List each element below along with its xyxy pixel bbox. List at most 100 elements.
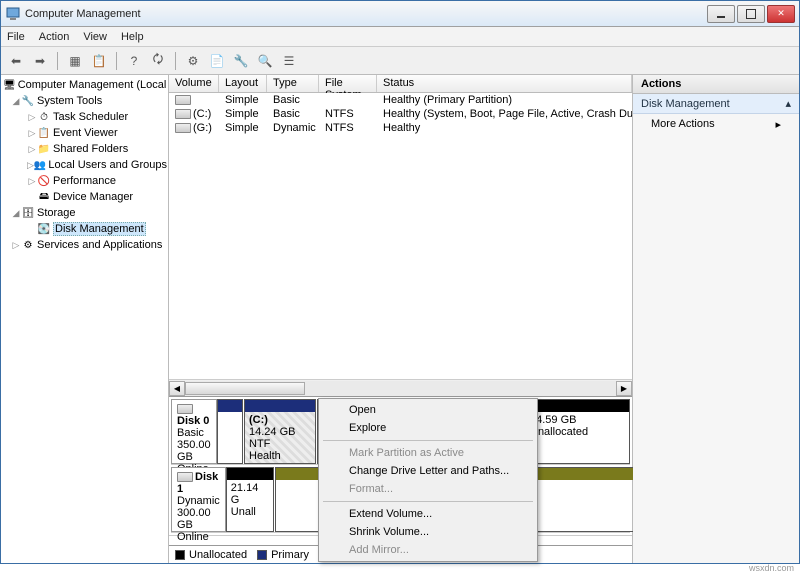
volume-icon [175, 95, 191, 105]
tree-device-manager[interactable]: 🖴Device Manager [3, 189, 166, 205]
services-icon: ⚙ [21, 238, 35, 252]
legend-unallocated-label: Unallocated [189, 549, 247, 561]
chevron-right-icon: ▸ [775, 118, 781, 131]
tree-performance[interactable]: ▷🚫Performance [3, 173, 166, 189]
expand-icon[interactable]: ▷ [27, 176, 37, 187]
menu-action[interactable]: Action [39, 31, 70, 43]
expand-icon[interactable]: ▷ [27, 112, 37, 123]
menu-help[interactable]: Help [121, 31, 144, 43]
tree-task-scheduler[interactable]: ▷⏱Task Scheduler [3, 109, 166, 125]
col-filesystem[interactable]: File System [319, 75, 377, 92]
tree-storage[interactable]: ◢🗄Storage [3, 205, 166, 221]
help-button[interactable]: ? [123, 50, 145, 72]
disk-icon [177, 472, 193, 482]
menu-open[interactable]: Open [321, 401, 535, 419]
tree-services[interactable]: ▷⚙Services and Applications [3, 237, 166, 253]
expand-icon[interactable]: ▷ [27, 144, 37, 155]
refresh-button[interactable]: 🗘 [147, 50, 169, 72]
users-icon: 👥 [34, 158, 46, 172]
actions-pane: Actions Disk Management ▴ More Actions ▸ [633, 75, 799, 563]
perf-icon: 🚫 [37, 174, 51, 188]
tree-event-viewer[interactable]: ▷📋Event Viewer [3, 125, 166, 141]
scroll-thumb[interactable] [185, 382, 305, 395]
legend-primary-label: Primary [271, 549, 309, 561]
expand-icon[interactable]: ▷ [27, 160, 34, 171]
zoom-button[interactable]: 🔍 [254, 50, 276, 72]
tree-root[interactable]: 🖥 Computer Management (Local [3, 77, 166, 93]
menu-format: Format... [321, 480, 535, 498]
titlebar[interactable]: Computer Management [1, 1, 799, 27]
partition-unallocated[interactable]: 64.59 GBUnallocated [525, 399, 630, 464]
event-icon: 📋 [37, 126, 51, 140]
device-icon: 🖴 [37, 190, 51, 204]
legend-unallocated-swatch [175, 550, 185, 560]
partition-c[interactable]: (C:)14.24 GB NTFHealth [244, 399, 316, 464]
settings-button[interactable]: 🔧 [230, 50, 252, 72]
disk-icon [177, 404, 193, 414]
scroll-right-button[interactable]: ▶ [616, 381, 632, 396]
close-button[interactable] [767, 5, 795, 23]
menu-file[interactable]: File [7, 31, 25, 43]
tree-disk-management[interactable]: 💽Disk Management [3, 221, 166, 237]
menu-change-drive-letter[interactable]: Change Drive Letter and Paths... [321, 462, 535, 480]
tree-shared-folders[interactable]: ▷📁Shared Folders [3, 141, 166, 157]
collapse-icon[interactable]: ◢ [11, 96, 21, 107]
console-tree-button[interactable]: 📋 [88, 50, 110, 72]
storage-icon: 🗄 [21, 206, 35, 220]
menu-separator [323, 501, 533, 502]
table-row[interactable]: (G:) Simple Dynamic NTFS Healthy [169, 121, 632, 135]
actions-more-actions[interactable]: More Actions ▸ [633, 114, 799, 135]
volume-table-body: Simple Basic Healthy (Primary Partition)… [169, 93, 632, 135]
watermark: wsxdn.com [749, 563, 794, 573]
scroll-track[interactable] [185, 381, 616, 396]
menu-view[interactable]: View [83, 31, 107, 43]
context-menu: Open Explore Mark Partition as Active Ch… [318, 398, 538, 562]
table-empty-area [169, 135, 632, 379]
menubar: File Action View Help [1, 27, 799, 47]
tree-local-users[interactable]: ▷👥Local Users and Groups [3, 157, 166, 173]
forward-button[interactable]: ➡ [29, 50, 51, 72]
table-row[interactable]: (C:) Simple Basic NTFS Healthy (System, … [169, 107, 632, 121]
toolbar: ⬅ ➡ ▦ 📋 ? 🗘 ⚙ 📄 🔧 🔍 ☰ [1, 47, 799, 75]
col-volume[interactable]: Volume [169, 75, 219, 92]
expand-icon[interactable]: ▷ [11, 240, 21, 251]
col-type[interactable]: Type [267, 75, 319, 92]
col-layout[interactable]: Layout [219, 75, 267, 92]
menu-explore[interactable]: Explore [321, 419, 535, 437]
window-buttons [707, 5, 795, 23]
chevron-up-icon: ▴ [785, 97, 791, 110]
menu-separator [323, 440, 533, 441]
tree-pane[interactable]: 🖥 Computer Management (Local ◢ 🔧 System … [1, 75, 169, 563]
partition-unallocated[interactable]: 21.14 GUnall [226, 467, 274, 532]
tree-system-tools[interactable]: ◢ 🔧 System Tools [3, 93, 166, 109]
disk-icon: 💽 [37, 222, 51, 236]
legend-primary-swatch [257, 550, 267, 560]
actions-section-disk-management[interactable]: Disk Management ▴ [633, 94, 799, 114]
menu-mark-active: Mark Partition as Active [321, 444, 535, 462]
menu-extend-volume[interactable]: Extend Volume... [321, 505, 535, 523]
back-button[interactable]: ⬅ [5, 50, 27, 72]
col-status[interactable]: Status [377, 75, 632, 92]
scroll-left-button[interactable]: ◀ [169, 381, 185, 396]
expand-icon[interactable]: ▷ [27, 128, 37, 139]
disk-info[interactable]: Disk 0 Basic 350.00 GB Online [171, 399, 217, 464]
disk-info[interactable]: Disk 1 Dynamic 300.00 GB Online [171, 467, 226, 532]
minimize-button[interactable] [707, 5, 735, 23]
actions-title: Actions [633, 75, 799, 94]
clock-icon: ⏱ [37, 110, 51, 124]
horizontal-scrollbar[interactable]: ◀ ▶ [169, 379, 632, 396]
collapse-icon[interactable]: ◢ [11, 208, 21, 219]
show-hide-tree-button[interactable]: ▦ [64, 50, 86, 72]
menu-add-mirror: Add Mirror... [321, 541, 535, 559]
properties-button[interactable]: ⚙ [182, 50, 204, 72]
computer-icon: 🖥 [3, 78, 16, 92]
partition[interactable] [217, 399, 243, 464]
tools-icon: 🔧 [21, 94, 35, 108]
export-button[interactable]: 📄 [206, 50, 228, 72]
maximize-button[interactable] [737, 5, 765, 23]
list-button[interactable]: ☰ [278, 50, 300, 72]
volume-icon [175, 123, 191, 133]
menu-shrink-volume[interactable]: Shrink Volume... [321, 523, 535, 541]
table-row[interactable]: Simple Basic Healthy (Primary Partition) [169, 93, 632, 107]
volume-table-header: Volume Layout Type File System Status [169, 75, 632, 93]
